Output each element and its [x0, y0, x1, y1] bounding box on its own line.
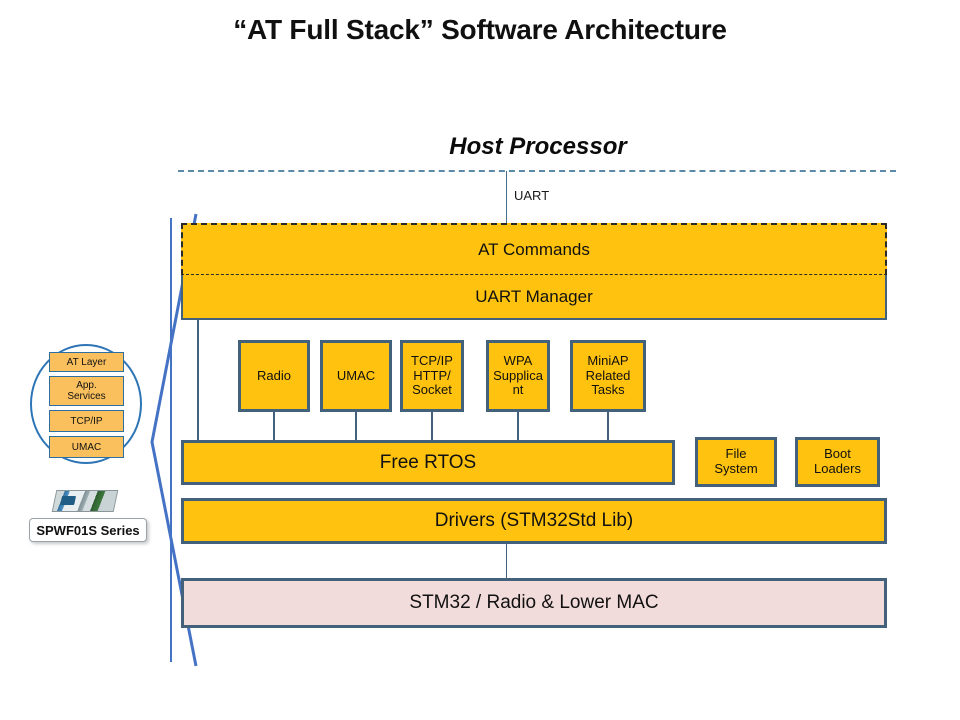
block-radio[interactable]: Radio: [238, 340, 310, 412]
block-at-commands[interactable]: AT Commands: [181, 223, 887, 275]
block-umac[interactable]: UMAC: [320, 340, 392, 412]
connector-radio-to-rtos: [273, 412, 275, 441]
host-boundary-divider: [178, 170, 896, 172]
mini-block-umac[interactable]: UMAC: [49, 436, 124, 458]
block-boot-loaders[interactable]: Boot Loaders: [795, 437, 880, 487]
connector-tcpip-to-rtos: [431, 412, 433, 441]
uart-interface-label: UART: [514, 188, 550, 203]
block-file-system[interactable]: File System: [695, 437, 777, 487]
connector-umac-to-rtos: [355, 412, 357, 441]
block-tcpip-http-socket[interactable]: TCP/IP HTTP/ Socket: [400, 340, 464, 412]
block-free-rtos[interactable]: Free RTOS: [181, 440, 675, 485]
product-summary-graphic: AT Layer App. Services TCP/IP UMAC SPWF0…: [24, 340, 154, 545]
block-wpa-supplicant[interactable]: WPA Supplica nt: [486, 340, 550, 412]
diagram-canvas: “AT Full Stack” Software Architecture Ho…: [0, 0, 960, 720]
block-hardware-stm32[interactable]: STM32 / Radio & Lower MAC: [181, 578, 887, 628]
connector-miniap-to-rtos: [607, 412, 609, 441]
block-uart-manager[interactable]: UART Manager: [181, 275, 887, 320]
connector-uart-manager-to-rtos: [197, 320, 199, 441]
mini-block-app-services[interactable]: App. Services: [49, 376, 124, 406]
product-series-label: SPWF01S Series: [29, 518, 147, 542]
mini-block-at-layer[interactable]: AT Layer: [49, 352, 124, 372]
block-miniap-related-tasks[interactable]: MiniAP Related Tasks: [570, 340, 646, 412]
wifi-module-photo: [51, 490, 119, 512]
uart-connector-line: [506, 171, 507, 223]
module-left-edge-line: [170, 218, 172, 662]
page-title: “AT Full Stack” Software Architecture: [233, 14, 727, 45]
host-processor-label: Host Processor: [449, 133, 627, 160]
mini-block-tcpip[interactable]: TCP/IP: [49, 410, 124, 432]
connector-drivers-to-hardware: [506, 544, 507, 579]
block-drivers[interactable]: Drivers (STM32Std Lib): [181, 498, 887, 544]
connector-wpa-to-rtos: [517, 412, 519, 441]
